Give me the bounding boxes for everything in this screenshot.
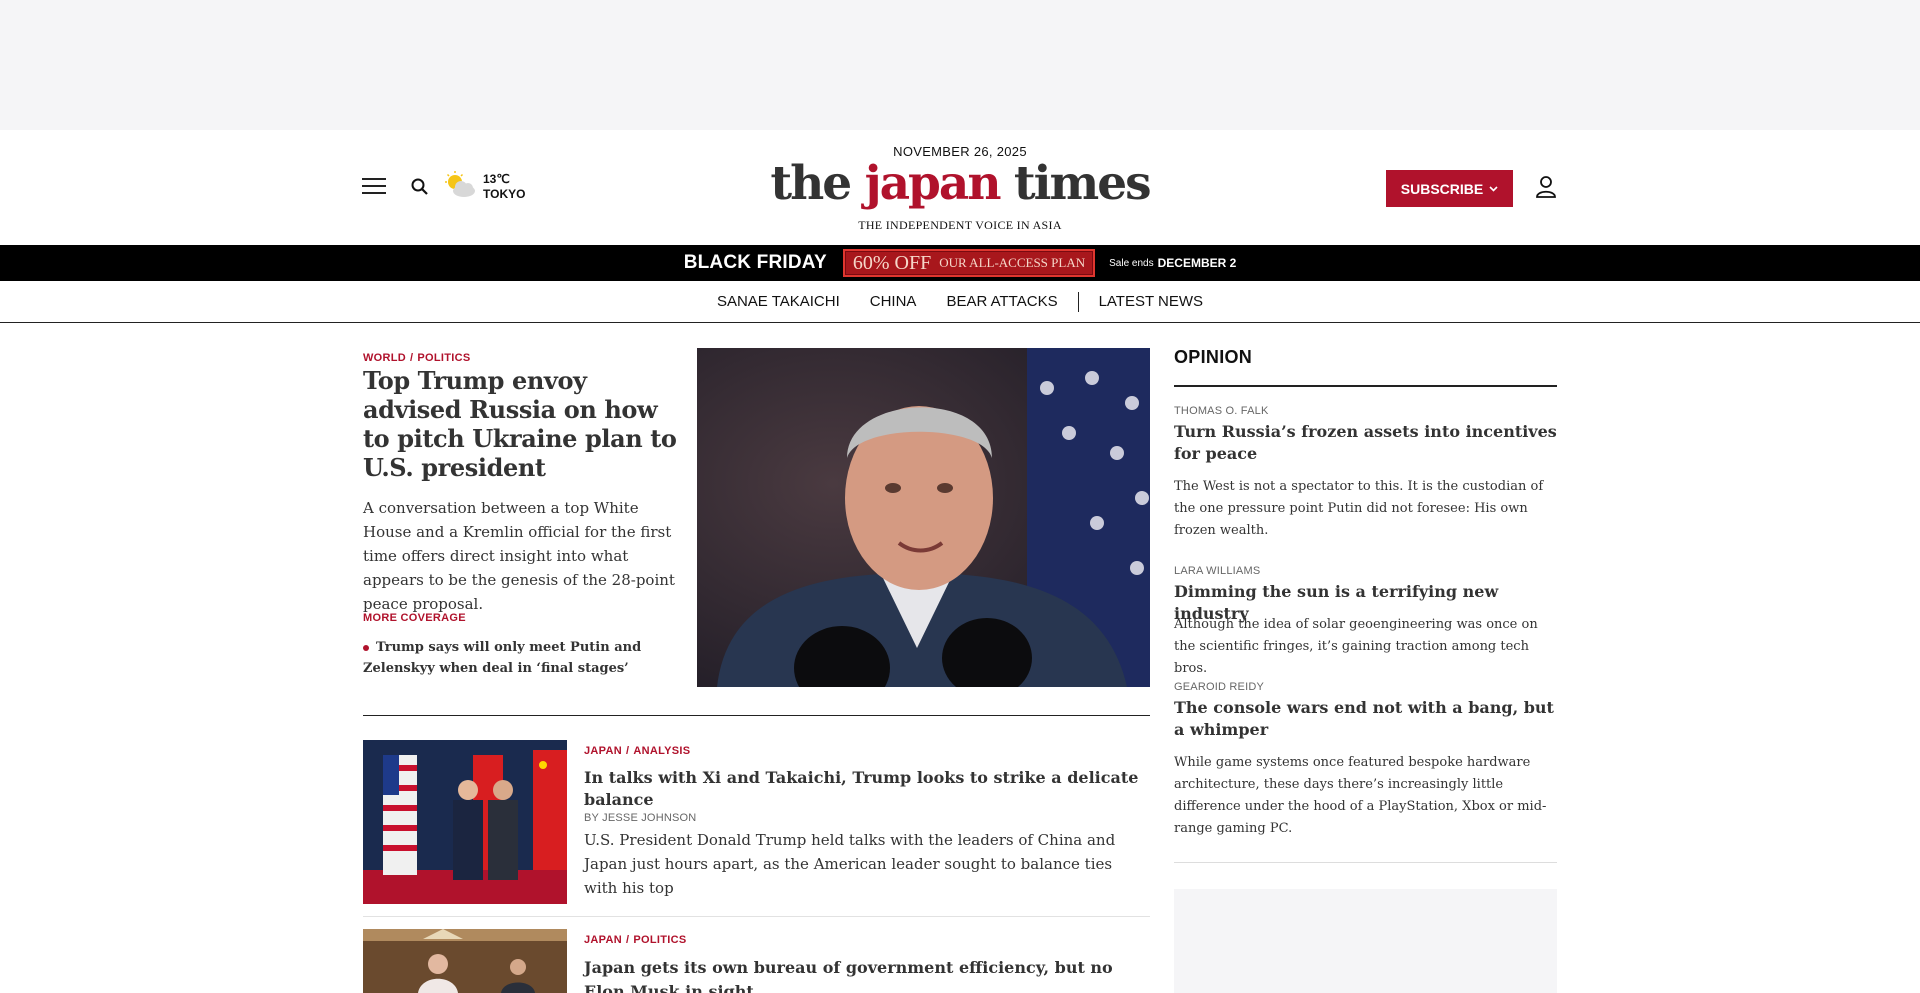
bullet-icon xyxy=(363,644,369,651)
site-tagline: THE INDEPENDENT VOICE IN ASIA xyxy=(858,218,1062,232)
nav-item-sanae-takaichi[interactable]: SANAE TAKAICHI xyxy=(702,293,855,310)
lead-kicker: WORLD / POLITICS xyxy=(363,352,471,364)
promo-ends-label: Sale ends xyxy=(1109,257,1154,269)
lead-headline[interactable]: Top Trump envoy advised Russia on how to… xyxy=(363,366,683,482)
kicker-slash: / xyxy=(410,352,414,364)
subscribe-label: SUBSCRIBE xyxy=(1400,180,1484,197)
lead-section-link[interactable]: WORLD xyxy=(363,352,406,364)
opinion-author[interactable]: THOMAS O. FALK xyxy=(1174,405,1269,417)
story-subsection-link[interactable]: POLITICS xyxy=(633,934,686,946)
opinion-summary: Although the idea of solar geoengineerin… xyxy=(1174,617,1538,676)
promo-discount: 60% OFF xyxy=(852,251,932,274)
story-photo-government-efficiency[interactable] xyxy=(363,929,567,993)
promo-title: BLACK FRIDAY xyxy=(683,252,827,273)
story-divider xyxy=(363,916,1150,917)
story-section-link[interactable]: JAPAN xyxy=(584,934,622,946)
lead-subsection-link[interactable]: POLITICS xyxy=(417,352,470,364)
kicker-slash: / xyxy=(625,934,630,946)
story-headline[interactable]: In talks with Xi and Takaichi, Trump loo… xyxy=(584,767,1144,811)
logo-the: the xyxy=(770,156,865,211)
story-section-link[interactable]: JAPAN xyxy=(584,745,622,757)
opinion-rule xyxy=(1174,385,1557,387)
site-header: 13℃ TOKYO NOVEMBER 26, 2025 the japan ti… xyxy=(0,130,1920,245)
section-divider xyxy=(363,715,1150,716)
opinion-author[interactable]: GEAROID REIDY xyxy=(1174,681,1264,693)
story-kicker: JAPAN / POLITICS xyxy=(584,934,686,946)
story-summary: U.S. President Donald Trump held talks w… xyxy=(584,831,1116,897)
kicker-slash: / xyxy=(625,745,630,757)
promo-offer-box: 60% OFF OUR ALL-ACCESS PLAN xyxy=(842,249,1096,277)
site-logo[interactable]: the japan times xyxy=(0,156,1920,211)
story-photo-trump-xi[interactable] xyxy=(363,740,567,904)
opinion-headline[interactable]: Turn Russia’s frozen assets into incenti… xyxy=(1174,421,1557,465)
top-ad-banner xyxy=(0,0,1920,130)
story-kicker: JAPAN / ANALYSIS xyxy=(584,745,690,757)
nav-item-china[interactable]: CHINA xyxy=(855,293,932,310)
opinion-end-divider xyxy=(1174,862,1557,863)
lead-photo[interactable] xyxy=(697,348,1150,687)
black-friday-banner[interactable]: BLACK FRIDAY 60% OFF OUR ALL-ACCESS PLAN… xyxy=(0,245,1920,281)
logo-japan: japan xyxy=(864,156,1002,211)
opinion-headline[interactable]: The console wars end not with a bang, bu… xyxy=(1174,697,1557,741)
more-coverage-headline: Trump says will only meet Putin and Zele… xyxy=(363,640,642,676)
opinion-section-title[interactable]: OPINION xyxy=(1174,347,1252,368)
lead-summary: A conversation between a top White House… xyxy=(363,499,675,613)
story-subsection-link[interactable]: ANALYSIS xyxy=(633,745,690,757)
user-icon[interactable] xyxy=(1535,175,1557,199)
nav-item-bear-attacks[interactable]: BEAR ATTACKS xyxy=(931,293,1072,310)
more-coverage-label: MORE COVERAGE xyxy=(363,612,466,624)
chevron-down-icon xyxy=(1489,185,1498,192)
subscribe-button[interactable]: SUBSCRIBE xyxy=(1386,170,1513,207)
sidebar-ad xyxy=(1174,889,1557,993)
topic-nav: SANAE TAKAICHI CHINA BEAR ATTACKS LATEST… xyxy=(0,281,1920,323)
opinion-summary: The West is not a spectator to this. It … xyxy=(1174,479,1544,538)
opinion-summary: While game systems once featured bespoke… xyxy=(1174,755,1547,836)
nav-divider xyxy=(1077,291,1079,312)
more-coverage-link[interactable]: Trump says will only meet Putin and Zele… xyxy=(363,637,653,679)
story-headline[interactable]: Japan gets its own bureau of government … xyxy=(584,956,1144,993)
promo-ends-date: DECEMBER 2 xyxy=(1157,256,1237,270)
promo-plan: OUR ALL-ACCESS PLAN xyxy=(939,255,1086,270)
opinion-author[interactable]: LARA WILLIAMS xyxy=(1174,565,1260,577)
logo-times: times xyxy=(999,156,1152,211)
story-byline[interactable]: BY JESSE JOHNSON xyxy=(584,812,696,824)
nav-item-latest-news[interactable]: LATEST NEWS xyxy=(1084,293,1218,310)
